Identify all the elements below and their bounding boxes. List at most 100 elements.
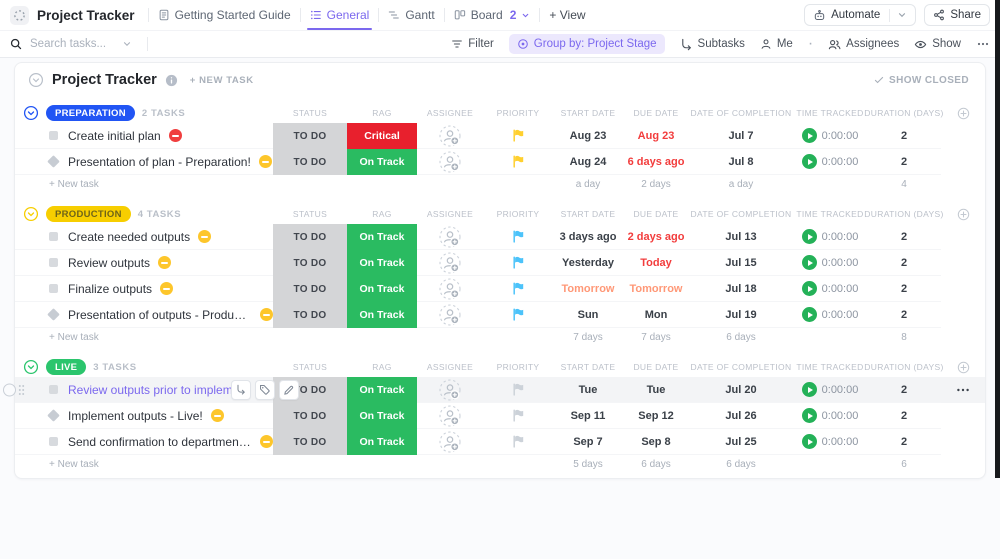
task-row[interactable]: Create needed outputs TO DO On Track 3 days… [15,224,985,250]
rag-cell[interactable]: On Track [347,302,417,328]
assignee-cell[interactable] [417,250,483,276]
task-title-cell[interactable]: Implement outputs - Live! [15,403,273,429]
priority-cell[interactable] [483,149,553,175]
assignee-cell[interactable] [417,123,483,149]
drag-handle-icon[interactable] [18,384,25,396]
task-title-cell[interactable]: Review outputs prior to implementation [3,377,299,403]
task-title[interactable]: Implement outputs - Live! [68,409,203,423]
assignee-add-icon[interactable] [439,225,461,248]
duration-cell[interactable]: 2 [867,149,941,175]
blocked-badge-icon[interactable] [210,409,224,422]
share-button[interactable]: Share [924,4,990,26]
task-row[interactable]: Presentation of plan - Preparation! TO DO… [15,149,985,175]
priority-cell[interactable] [483,403,553,429]
priority-cell[interactable] [483,429,553,455]
blocked-badge-icon[interactable] [258,155,272,168]
start-date-cell[interactable]: Sep 11 [553,403,623,429]
row-more-icon[interactable] [955,382,971,398]
show-closed-toggle[interactable]: SHOW CLOSED [874,75,969,86]
play-icon[interactable] [801,434,817,449]
assignee-cell[interactable] [417,403,483,429]
status-cell[interactable]: TO DO [273,250,347,276]
assignee-add-icon[interactable] [439,277,461,300]
priority-cell[interactable] [483,250,553,276]
duration-cell[interactable]: 2 [867,123,941,149]
time-tracked-cell[interactable]: 0:00:00 [793,123,867,149]
start-date-cell[interactable]: Yesterday [553,250,623,276]
task-title[interactable]: Presentation of plan - Preparation! [68,155,251,169]
rag-cell[interactable]: On Track [347,276,417,302]
chevron-down-icon[interactable] [897,10,907,20]
due-date-cell[interactable]: Today [623,250,689,276]
column-header-duration-days-[interactable]: DURATION (DAYS) [864,204,943,224]
completion-date-cell[interactable]: Jul 7 [689,123,793,149]
due-date-cell[interactable]: Sep 12 [623,403,689,429]
start-date-cell[interactable]: Tue [553,377,623,403]
task-title-cell[interactable]: Create initial plan [15,123,273,149]
add-column-button[interactable] [941,103,985,123]
start-date-cell[interactable]: Sun [553,302,623,328]
chevron-down-icon[interactable] [122,39,132,49]
column-header-time-tracked[interactable]: TIME TRACKED [793,357,867,377]
status-cell[interactable]: TO DO [273,403,347,429]
task-row[interactable]: Review outputs TO DO On Track Yesterday Toda… [15,250,985,276]
time-tracked-cell[interactable]: 0:00:00 [793,429,867,455]
status-cell[interactable]: TO DO [273,123,347,149]
blocked-badge-icon[interactable] [168,129,182,142]
task-title[interactable]: Finalize outputs [68,282,152,296]
task-row[interactable]: Implement outputs - Live! TO DO On Track Se… [15,403,985,429]
filter-button[interactable]: Filter [451,38,494,50]
task-title-cell[interactable]: Presentation of outputs - Production! [15,302,273,328]
time-tracked-cell[interactable]: 0:00:00 [793,276,867,302]
tab-board[interactable]: Board 2 [454,0,531,30]
rename-button[interactable] [279,379,299,400]
priority-cell[interactable] [483,123,553,149]
due-date-cell[interactable]: 2 days ago [623,224,689,250]
tab-general[interactable]: General [306,0,373,30]
start-date-cell[interactable]: Aug 23 [553,123,623,149]
due-date-cell[interactable]: Tue [623,377,689,403]
collapse-chevron-icon[interactable] [28,72,44,88]
due-date-cell[interactable]: 6 days ago [623,149,689,175]
column-header-start-date[interactable]: START DATE [553,103,623,123]
column-header-priority[interactable]: PRIORITY [483,204,553,224]
info-icon[interactable] [165,74,178,87]
column-header-assignee[interactable]: ASSIGNEE [417,204,483,224]
task-title[interactable]: Review outputs prior to implementation [68,383,252,397]
add-column-button[interactable] [941,204,985,224]
priority-cell[interactable] [483,302,553,328]
search-input[interactable] [28,37,116,51]
play-icon[interactable] [801,255,817,270]
assignee-add-icon[interactable] [439,378,461,401]
blocked-badge-icon[interactable] [160,282,174,295]
show-button[interactable]: Show [914,38,961,51]
column-header-rag[interactable]: RAG [347,357,417,377]
task-title-cell[interactable]: Review outputs [15,250,273,276]
due-date-cell[interactable]: Mon [623,302,689,328]
column-header-due-date[interactable]: DUE DATE [623,103,689,123]
completion-date-cell[interactable]: Jul 8 [689,149,793,175]
column-header-time-tracked[interactable]: TIME TRACKED [793,204,867,224]
completion-date-cell[interactable]: Jul 26 [689,403,793,429]
play-icon[interactable] [801,128,817,143]
blocked-badge-icon[interactable] [260,435,273,448]
blocked-badge-icon[interactable] [158,256,172,269]
duration-cell[interactable]: 2 [867,276,941,302]
task-row[interactable]: Finalize outputs TO DO On Track Tomorrow Tom… [15,276,985,302]
play-icon[interactable] [801,382,817,397]
column-header-rag[interactable]: RAG [347,204,417,224]
assignee-add-icon[interactable] [439,150,461,173]
completion-date-cell[interactable]: Jul 25 [689,429,793,455]
time-tracked-cell[interactable]: 0:00:00 [793,149,867,175]
column-header-status[interactable]: STATUS [273,357,347,377]
flag-icon[interactable] [512,308,524,321]
completion-date-cell[interactable]: Jul 20 [689,377,793,403]
chevron-down-icon[interactable] [521,11,530,20]
automate-button[interactable]: Automate [804,4,917,26]
tag-button[interactable] [255,379,275,400]
group-chevron-icon[interactable] [23,206,39,222]
assignees-button[interactable]: Assignees [828,38,899,51]
status-cell[interactable]: TO DO [273,224,347,250]
task-row[interactable]: Presentation of outputs - Production! TO … [15,302,985,328]
start-date-cell[interactable]: Aug 24 [553,149,623,175]
